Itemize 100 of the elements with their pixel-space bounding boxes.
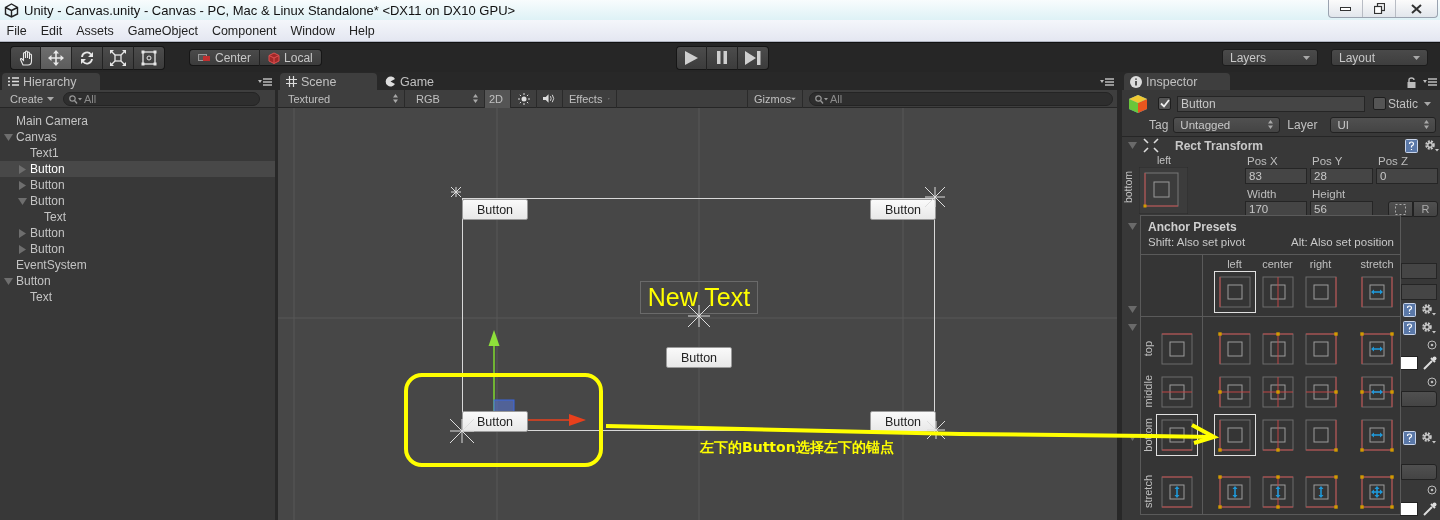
inspector-tab[interactable]: Inspector <box>1124 73 1230 90</box>
tag-label: Tag <box>1149 117 1169 132</box>
raw-edit-button[interactable]: R <box>1413 201 1438 217</box>
hierarchy-tab[interactable]: Hierarchy <box>2 73 100 90</box>
caret-icon <box>1413 55 1420 60</box>
layout-dropdown[interactable]: Layout <box>1331 49 1428 66</box>
menu-item[interactable]: Component <box>205 23 283 38</box>
anchor-preset-button[interactable] <box>1213 271 1256 313</box>
hierarchy-item[interactable]: Main Camera <box>0 113 275 129</box>
anchor-preset-button[interactable] <box>1213 413 1256 456</box>
anchor-icon <box>1303 331 1338 366</box>
hierarchy-item[interactable]: Text <box>0 289 275 305</box>
create-dropdown[interactable]: Create <box>10 92 55 105</box>
effects-dropdown[interactable]: Effects <box>563 89 617 108</box>
updown-icon <box>473 94 478 103</box>
tag-dropdown[interactable]: Untagged <box>1173 116 1281 133</box>
panel-menu-icon[interactable] <box>258 78 272 86</box>
number-field[interactable]: 83 <box>1245 168 1307 184</box>
target-icon[interactable] <box>1427 340 1437 350</box>
eyedropper-icon[interactable] <box>1423 356 1437 370</box>
gear-icon[interactable] <box>1424 138 1440 153</box>
hierarchy-item[interactable]: Canvas <box>0 129 275 145</box>
gear-icon[interactable] <box>1421 431 1437 445</box>
anchor-icon <box>1217 474 1252 509</box>
eyedropper-icon[interactable] <box>1423 502 1437 516</box>
menu-item[interactable]: Help <box>342 23 382 38</box>
tool-button[interactable] <box>103 45 134 70</box>
target-icon[interactable] <box>1427 377 1437 387</box>
hierarchy-item[interactable]: Text1 <box>0 145 275 161</box>
anchor-icon <box>1160 417 1194 452</box>
tool-button[interactable] <box>72 45 103 70</box>
number-field[interactable]: 28 <box>1310 168 1373 184</box>
triangle-icon[interactable] <box>4 133 13 142</box>
anchor-icon <box>1303 374 1338 409</box>
triangle-icon[interactable] <box>18 197 27 206</box>
triangle-icon[interactable] <box>18 181 27 190</box>
hierarchy-item[interactable]: Button <box>0 273 275 289</box>
anchor-icon <box>1260 275 1295 309</box>
view-tab[interactable]: Scene <box>280 73 377 90</box>
menu-item[interactable]: Assets <box>69 23 121 38</box>
tool-button[interactable] <box>134 45 165 70</box>
shading-dropdown[interactable]: Textured <box>278 89 405 108</box>
help-icon[interactable] <box>1405 138 1418 153</box>
hierarchy-item[interactable]: EventSystem <box>0 257 275 273</box>
panel-menu-icon[interactable] <box>1423 78 1437 86</box>
lock-icon[interactable] <box>1407 77 1416 88</box>
triangle-icon[interactable] <box>18 245 27 254</box>
active-checkbox[interactable] <box>1158 97 1171 110</box>
input-field[interactable] <box>1401 263 1437 279</box>
hierarchy-item[interactable]: Button <box>0 225 275 241</box>
panel-menu-icon[interactable] <box>1100 78 1114 86</box>
menu-item[interactable]: Window <box>284 23 342 38</box>
checkmark-icon <box>1159 99 1170 108</box>
popup-title: Anchor Presets <box>1148 219 1238 235</box>
hierarchy-item[interactable]: Button <box>0 177 275 193</box>
menu-item[interactable]: Edit <box>34 23 69 38</box>
triangle-icon[interactable] <box>4 277 13 286</box>
number-field[interactable]: 0 <box>1376 168 1438 184</box>
anchor-icon <box>1217 331 1252 366</box>
info-icon <box>1130 75 1142 88</box>
step-button[interactable] <box>737 45 769 70</box>
anchor-icon <box>1260 417 1295 452</box>
triangle-icon[interactable] <box>18 229 27 238</box>
layers-dropdown[interactable]: Layers <box>1222 49 1318 66</box>
pause-button[interactable] <box>706 45 738 70</box>
pivot-toggle[interactable]: Center <box>189 49 261 66</box>
tool-button[interactable] <box>41 45 72 70</box>
blueprint-button[interactable] <box>1388 201 1413 217</box>
menu-item[interactable]: GameObject <box>121 23 205 38</box>
hierarchy-item[interactable]: Button <box>0 161 275 177</box>
hierarchy-item[interactable]: Button <box>0 241 275 257</box>
layer-dropdown[interactable]: UI <box>1330 116 1437 133</box>
cube-icon <box>268 51 281 64</box>
close-icon <box>1411 3 1422 14</box>
play-button[interactable] <box>675 45 707 70</box>
pivot-icon <box>451 187 461 197</box>
menu-item[interactable]: File <box>0 23 34 38</box>
field-label: Pos X <box>1246 154 1279 168</box>
static-label: Static <box>1388 96 1418 111</box>
gear-icon[interactable] <box>1421 321 1437 335</box>
tool-button[interactable] <box>10 45 41 70</box>
search-field[interactable]: All <box>63 91 261 106</box>
hierarchy-item[interactable]: Text <box>0 209 275 225</box>
gear-icon[interactable] <box>1421 303 1437 317</box>
pivot-toggle[interactable]: Local <box>260 49 322 66</box>
anchor-widget[interactable] <box>1139 167 1188 214</box>
anchor-icon <box>1303 417 1338 452</box>
input-field[interactable] <box>1401 283 1437 300</box>
anchor-icon <box>1160 374 1194 409</box>
target-icon[interactable] <box>1427 485 1437 495</box>
anchor-preset-button[interactable] <box>1156 413 1198 456</box>
pivot-icon <box>927 421 945 439</box>
view-tab[interactable]: Game <box>379 73 449 90</box>
search-field[interactable]: All <box>809 91 1113 106</box>
row-label: middle <box>1142 375 1155 408</box>
static-checkbox[interactable] <box>1373 97 1386 110</box>
hierarchy-item[interactable]: Button <box>0 193 275 209</box>
name-field[interactable]: Button <box>1177 95 1365 112</box>
caret-icon <box>1303 55 1310 60</box>
gizmos-dropdown[interactable]: Gizmos <box>747 89 803 108</box>
